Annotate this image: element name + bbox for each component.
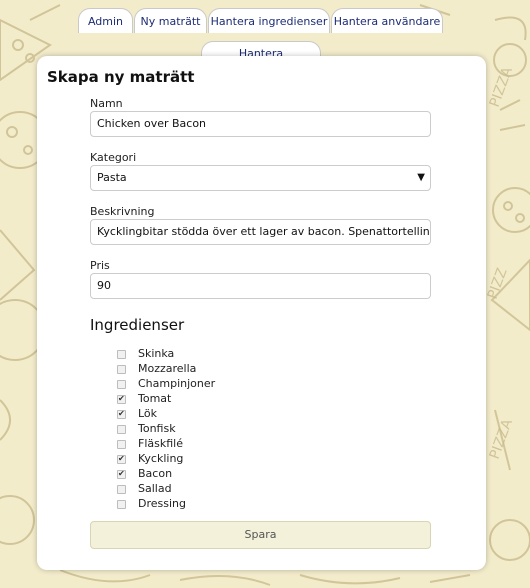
category-select[interactable]: Pasta ▼ [90,165,431,191]
ingredient-label: Skinka [138,347,175,360]
ingredient-label: Lök [138,407,158,420]
ingredient-label: Mozzarella [138,362,197,375]
svg-text:PIZZA: PIZZA [487,65,516,110]
check-icon: ✔ [118,409,125,418]
ingredient-checkbox[interactable] [117,440,126,449]
name-label: Namn [90,97,123,110]
ingredient-checkbox[interactable] [117,365,126,374]
new-dish-form-card: Skapa ny maträtt Namn Chicken over Bacon… [37,56,486,570]
ingredient-checkbox[interactable] [117,485,126,494]
ingredient-label: Champinjoner [138,377,216,390]
chevron-down-icon: ▼ [417,172,425,183]
ingredient-label: Sallad [138,482,172,495]
category-value: Pasta [97,171,127,184]
ingredient-label: Tonfisk [138,422,176,435]
description-input[interactable]: Kycklingbitar stödda över ett lager av b… [90,219,431,245]
price-input[interactable]: 90 [90,273,431,299]
ingredient-label: Dressing [138,497,186,510]
save-button[interactable]: Spara [90,521,431,549]
ingredient-label: Kyckling [138,452,184,465]
ingredient-label: Tomat [138,392,172,405]
svg-text:PIZZA: PIZZA [487,417,516,462]
name-input[interactable]: Chicken over Bacon [90,111,431,137]
description-label: Beskrivning [90,205,155,218]
ingredient-checkbox[interactable]: ✔ [117,469,126,479]
ingredient-label: Fläskfilé [138,437,183,450]
ingredient-checkbox[interactable] [117,425,126,434]
admin-nav-tabs: Admin Ny maträtt Hantera ingredienser Ha… [0,0,530,84]
ingredient-label: Bacon [138,467,173,480]
check-icon: ✔ [118,469,125,478]
tab-admin[interactable]: Admin [78,8,133,33]
tab-manage-ingredients[interactable]: Hantera ingredienser [208,8,330,33]
ingredients-heading: Ingredienser [90,316,185,334]
ingredient-checkbox[interactable] [117,350,126,359]
ingredient-checkbox[interactable] [117,380,126,389]
ingredient-checkbox[interactable] [117,500,126,509]
price-label: Pris [90,259,110,272]
ingredient-checkbox[interactable]: ✔ [117,394,126,404]
ingredient-checkbox[interactable]: ✔ [117,454,126,464]
tab-new-dish[interactable]: Ny maträtt [134,8,207,33]
tab-manage-users[interactable]: Hantera användare [331,8,443,33]
category-label: Kategori [90,151,137,164]
ingredient-checkbox[interactable]: ✔ [117,409,126,419]
check-icon: ✔ [118,394,125,403]
page-title: Skapa ny maträtt [47,68,195,86]
check-icon: ✔ [118,454,125,463]
